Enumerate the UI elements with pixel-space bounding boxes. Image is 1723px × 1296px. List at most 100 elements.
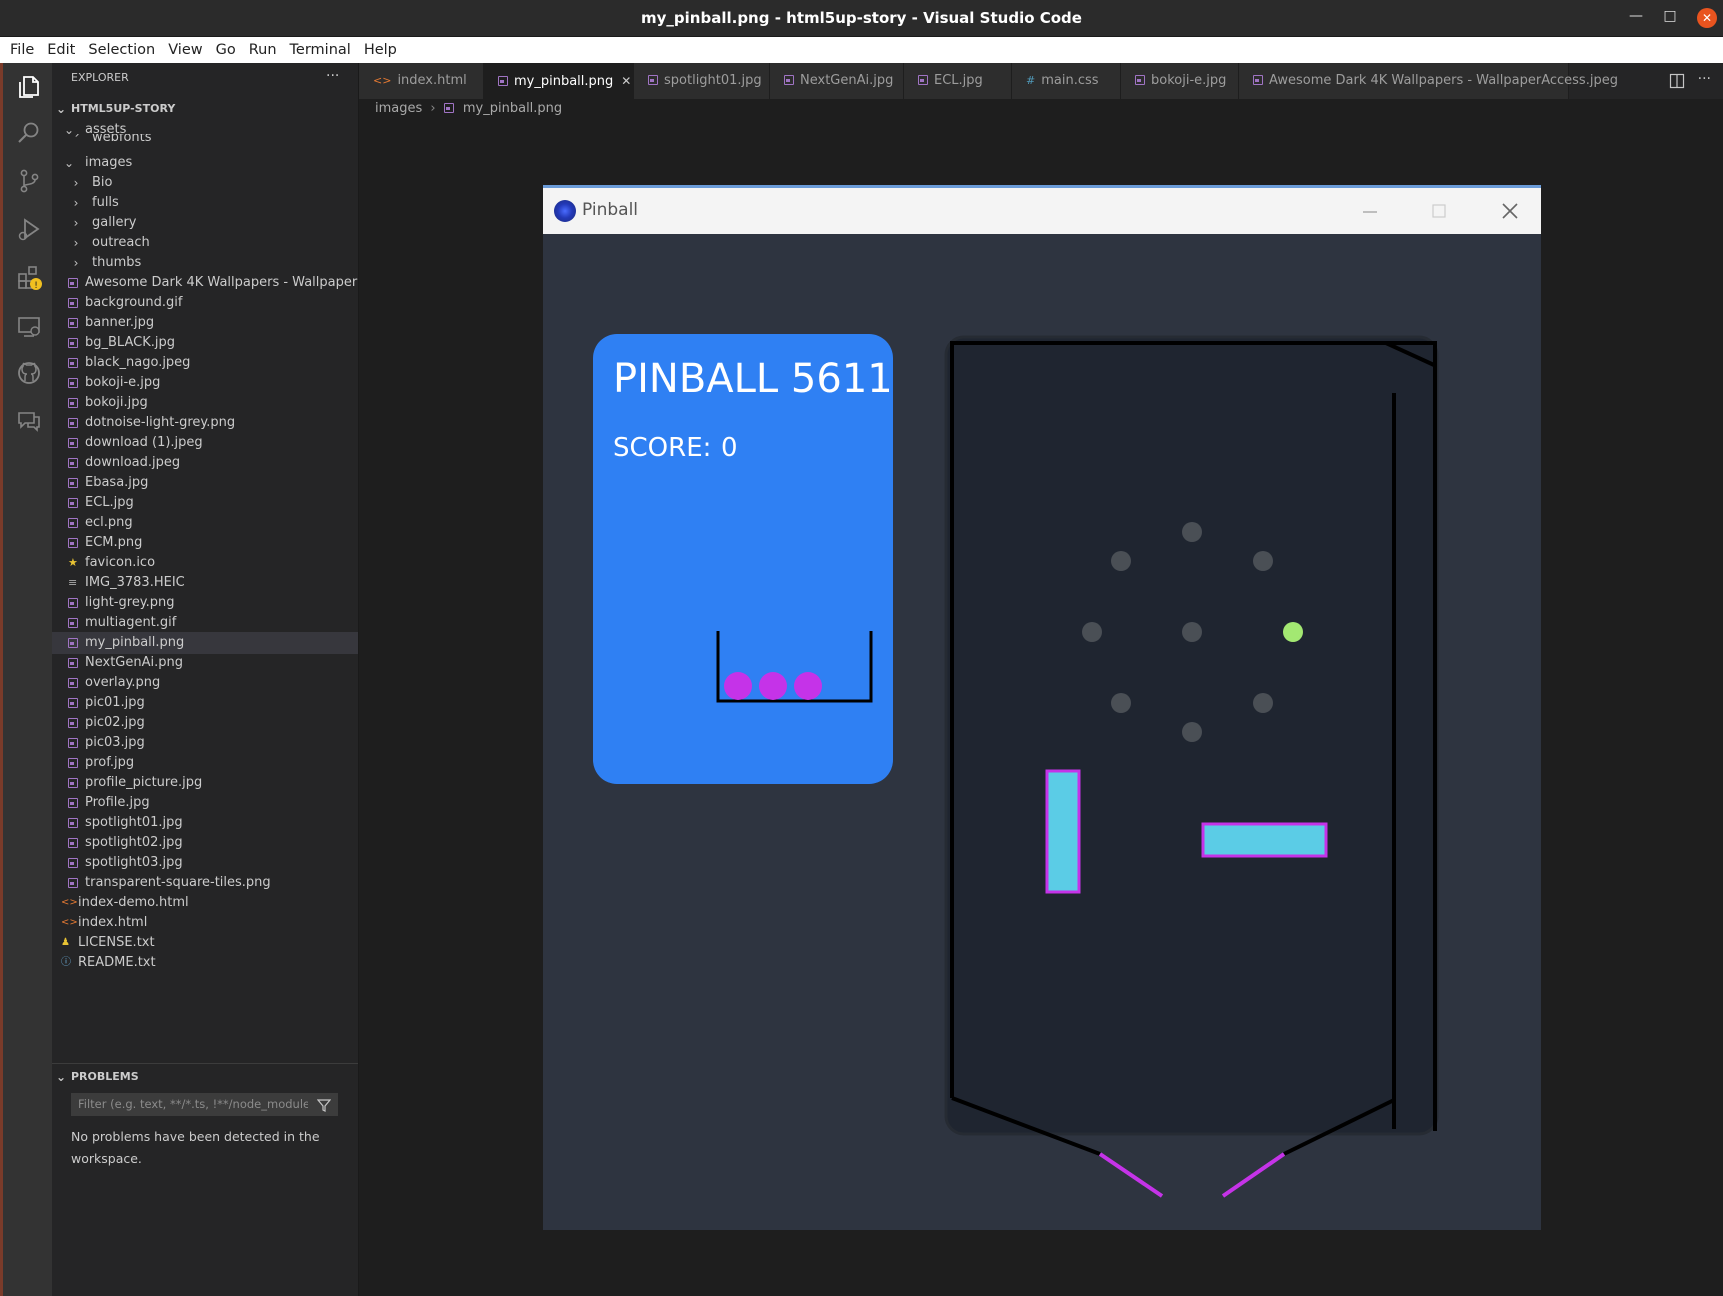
filter-icon[interactable] [317,1098,331,1112]
file-item[interactable]: bg_BLACK.jpg [52,332,358,354]
image-file-icon [68,278,78,288]
menu-file[interactable]: File [10,42,34,58]
menu-terminal[interactable]: Terminal [290,42,351,58]
image-file-icon [68,598,78,608]
menu-help[interactable]: Help [364,42,397,58]
file-item[interactable]: download.jpeg [52,452,358,474]
pinball-maximize-icon[interactable] [1431,203,1447,219]
tab-ecl-jpg[interactable]: ECL.jpg [904,63,1012,99]
file-label: IMG_3783.HEIC [85,575,185,590]
file-item[interactable]: bokoji-e.jpg [52,372,358,394]
split-editor-icon[interactable] [1669,73,1685,93]
minimize-button[interactable]: — [1626,8,1646,24]
svg-text:!: ! [34,281,38,291]
run-debug-icon[interactable] [15,215,43,243]
image-file-icon [68,718,78,728]
file-item[interactable]: Awesome Dark 4K Wallpapers - Wallpaper… [52,272,358,294]
explorer-icon[interactable] [15,73,43,101]
image-file-icon [918,75,928,85]
file-item[interactable]: dotnoise-light-grey.png [52,412,358,434]
close-button[interactable]: ✕ [1697,8,1717,28]
pinball-minimize-icon[interactable] [1362,204,1378,220]
file-item[interactable]: black_nago.jpeg [52,352,358,374]
breadcrumb-file[interactable]: my_pinball.png [463,101,562,116]
search-icon[interactable] [15,119,43,147]
tab-bar: <> index.html my_pinball.png ✕ spotlight01.j… [359,63,1723,99]
editor-more-icon[interactable]: ··· [1698,71,1711,87]
file-item[interactable]: pic03.jpg [52,732,358,754]
menu-go[interactable]: Go [216,42,236,58]
file-item[interactable]: transparent-square-tiles.png [52,872,358,894]
file-item[interactable]: ≡ IMG_3783.HEIC [52,572,358,594]
comments-icon[interactable] [15,407,43,435]
menu-view[interactable]: View [168,42,202,58]
maximize-button[interactable]: □ [1660,8,1680,24]
folder-webfonts[interactable]: › webfonts [52,134,358,146]
file-item[interactable]: Profile.jpg [52,792,358,814]
file-item[interactable]: prof.jpg [52,752,358,774]
file-item[interactable]: ECM.png [52,532,358,554]
file-item[interactable]: bokoji.jpg [52,392,358,414]
file-item[interactable]: profile_picture.jpg [52,772,358,794]
breadcrumb-folder[interactable]: images [375,101,422,116]
github-icon[interactable] [15,359,43,387]
file-item[interactable]: multiagent.gif [52,612,358,634]
problems-filter-input[interactable]: Filter (e.g. text, **/*.ts, !**/node_mod… [71,1093,338,1116]
file-item[interactable]: overlay.png [52,672,358,694]
image-file-icon [68,378,78,388]
tab-bokoji-e-jpg[interactable]: bokoji-e.jpg [1121,63,1239,99]
file-item[interactable]: pic01.jpg [52,692,358,714]
folder-bio[interactable]: Bio › [52,172,358,194]
tab-index-html[interactable]: <> index.html [359,63,484,99]
folder-gallery[interactable]: gallery › [52,212,358,234]
folder-outreach[interactable]: outreach › [52,232,358,254]
tab-awesome-dark-4k-wallpapers-wallpaperaccess-jpeg[interactable]: Awesome Dark 4K Wallpapers - WallpaperAc… [1239,63,1618,99]
file-item[interactable]: NextGenAi.png [52,652,358,674]
file-label: bg_BLACK.jpg [85,335,175,350]
file-label: my_pinball.png [85,635,185,650]
file-item[interactable]: banner.jpg [52,312,358,334]
explorer-more-icon[interactable]: ··· [326,68,339,86]
file-item[interactable]: background.gif [52,292,358,314]
file-item[interactable]: ⓘ README.txt [52,952,358,974]
file-label: multiagent.gif [85,615,177,630]
score-value: 0 [721,433,738,463]
problems-header[interactable]: ⌄ PROBLEMS [52,1066,358,1088]
file-item[interactable]: spotlight01.jpg [52,812,358,834]
folder-images[interactable]: ⌄ images [52,152,358,174]
remote-explorer-icon[interactable] [15,313,43,341]
image-file-icon [68,698,78,708]
menu-edit[interactable]: Edit [47,42,75,58]
tab-main-css[interactable]: # main.css [1012,63,1121,99]
file-item[interactable]: my_pinball.png [52,632,358,654]
bumper [1182,622,1202,642]
close-tab-icon[interactable]: ✕ [621,74,631,88]
file-item[interactable]: spotlight03.jpg [52,852,358,874]
menu-selection[interactable]: Selection [88,42,155,58]
file-item[interactable]: light-grey.png [52,592,358,614]
file-item[interactable]: download (1).jpeg [52,432,358,454]
file-item[interactable]: ecl.png [52,512,358,534]
file-item[interactable]: ECL.jpg [52,492,358,514]
chevron-right-icon: › [73,196,79,210]
file-item[interactable]: pic02.jpg [52,712,358,734]
tab-nextgenai-jpg[interactable]: NextGenAi.jpg [770,63,904,99]
folder-fulls[interactable]: fulls › [52,192,358,214]
file-item[interactable]: Ebasa.jpg [52,472,358,494]
tab-spotlight01-jpg[interactable]: spotlight01.jpg [634,63,770,99]
source-control-icon[interactable] [15,167,43,195]
file-item[interactable]: <> index.html [52,912,358,934]
file-item[interactable]: <> index-demo.html [52,892,358,914]
file-item[interactable]: spotlight02.jpg [52,832,358,854]
problems-message-line: workspace. [71,1151,142,1166]
file-item[interactable]: ♟ LICENSE.txt [52,932,358,954]
file-item[interactable]: ★ favicon.ico [52,552,358,574]
extensions-icon[interactable]: ! [15,263,43,291]
project-folder[interactable]: ⌄ HTML5UP-STORY [52,98,358,120]
folder-thumbs[interactable]: thumbs › [52,252,358,274]
menu-run[interactable]: Run [249,42,277,58]
file-label: Profile.jpg [85,795,150,810]
tab-my-pinball-png[interactable]: my_pinball.png ✕ [484,63,634,99]
pinball-close-icon[interactable] [1501,202,1519,220]
tab-label: NextGenAi.jpg [800,73,894,88]
